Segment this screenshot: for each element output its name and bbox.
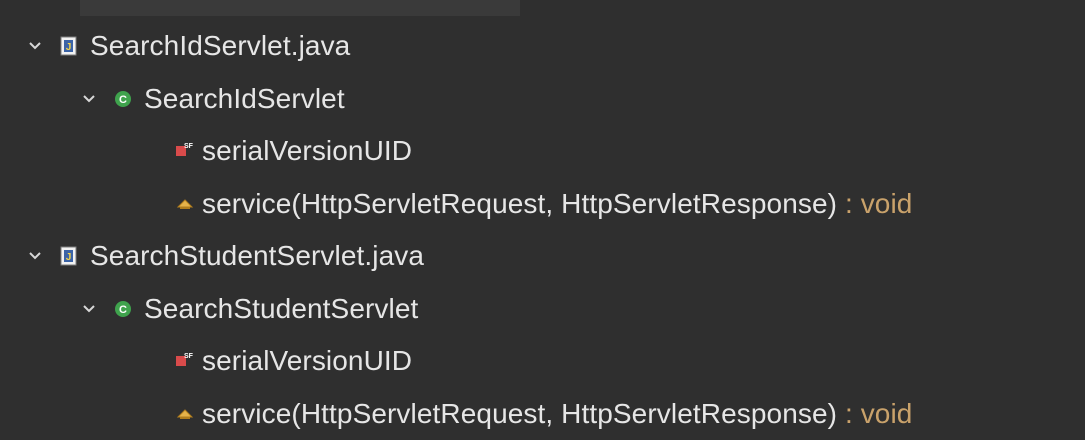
protected-method-icon <box>174 403 196 425</box>
tree-row-file[interactable]: J SearchStudentServlet.java <box>0 230 1085 283</box>
outline-tree: J SearchIdServlet.java C SearchIdServlet… <box>0 20 1085 440</box>
svg-text:SF: SF <box>184 353 194 360</box>
chevron-down-icon[interactable] <box>26 37 44 55</box>
svg-text:J: J <box>66 252 72 263</box>
svg-text:C: C <box>119 304 127 316</box>
class-name: SearchIdServlet <box>144 82 345 114</box>
field-name: serialVersionUID <box>202 345 413 377</box>
chevron-down-icon[interactable] <box>80 300 98 318</box>
tree-row-class[interactable]: C SearchStudentServlet <box>0 283 1085 336</box>
class-icon: C <box>112 88 134 110</box>
static-final-field-icon: SF <box>174 350 196 372</box>
tree-row-field[interactable]: SF serialVersionUID <box>0 125 1085 178</box>
svg-text:J: J <box>66 42 72 53</box>
file-name: SearchStudentServlet.java <box>90 240 425 272</box>
protected-method-icon <box>174 193 196 215</box>
static-final-field-icon: SF <box>174 140 196 162</box>
file-name: SearchIdServlet.java <box>90 30 351 62</box>
method-return-type: : void <box>844 187 913 219</box>
java-file-icon: J <box>58 35 80 57</box>
method-signature: service(HttpServletRequest, HttpServletR… <box>202 188 912 220</box>
tree-row-method[interactable]: service(HttpServletRequest, HttpServletR… <box>0 178 1085 231</box>
top-panel-edge <box>80 0 520 16</box>
method-name: service(HttpServletRequest, HttpServletR… <box>202 397 838 429</box>
class-icon: C <box>112 298 134 320</box>
svg-text:SF: SF <box>184 143 194 150</box>
tree-row-file[interactable]: J SearchIdServlet.java <box>0 20 1085 73</box>
chevron-down-icon[interactable] <box>26 247 44 265</box>
java-file-icon: J <box>58 245 80 267</box>
method-return-type: : void <box>844 397 913 429</box>
chevron-down-icon[interactable] <box>80 90 98 108</box>
field-name: serialVersionUID <box>202 135 413 167</box>
method-signature: service(HttpServletRequest, HttpServletR… <box>202 398 912 430</box>
tree-row-field[interactable]: SF serialVersionUID <box>0 335 1085 388</box>
class-name: SearchStudentServlet <box>144 292 419 324</box>
tree-row-class[interactable]: C SearchIdServlet <box>0 73 1085 126</box>
method-name: service(HttpServletRequest, HttpServletR… <box>202 187 838 219</box>
svg-text:C: C <box>119 94 127 106</box>
tree-row-method[interactable]: service(HttpServletRequest, HttpServletR… <box>0 388 1085 440</box>
